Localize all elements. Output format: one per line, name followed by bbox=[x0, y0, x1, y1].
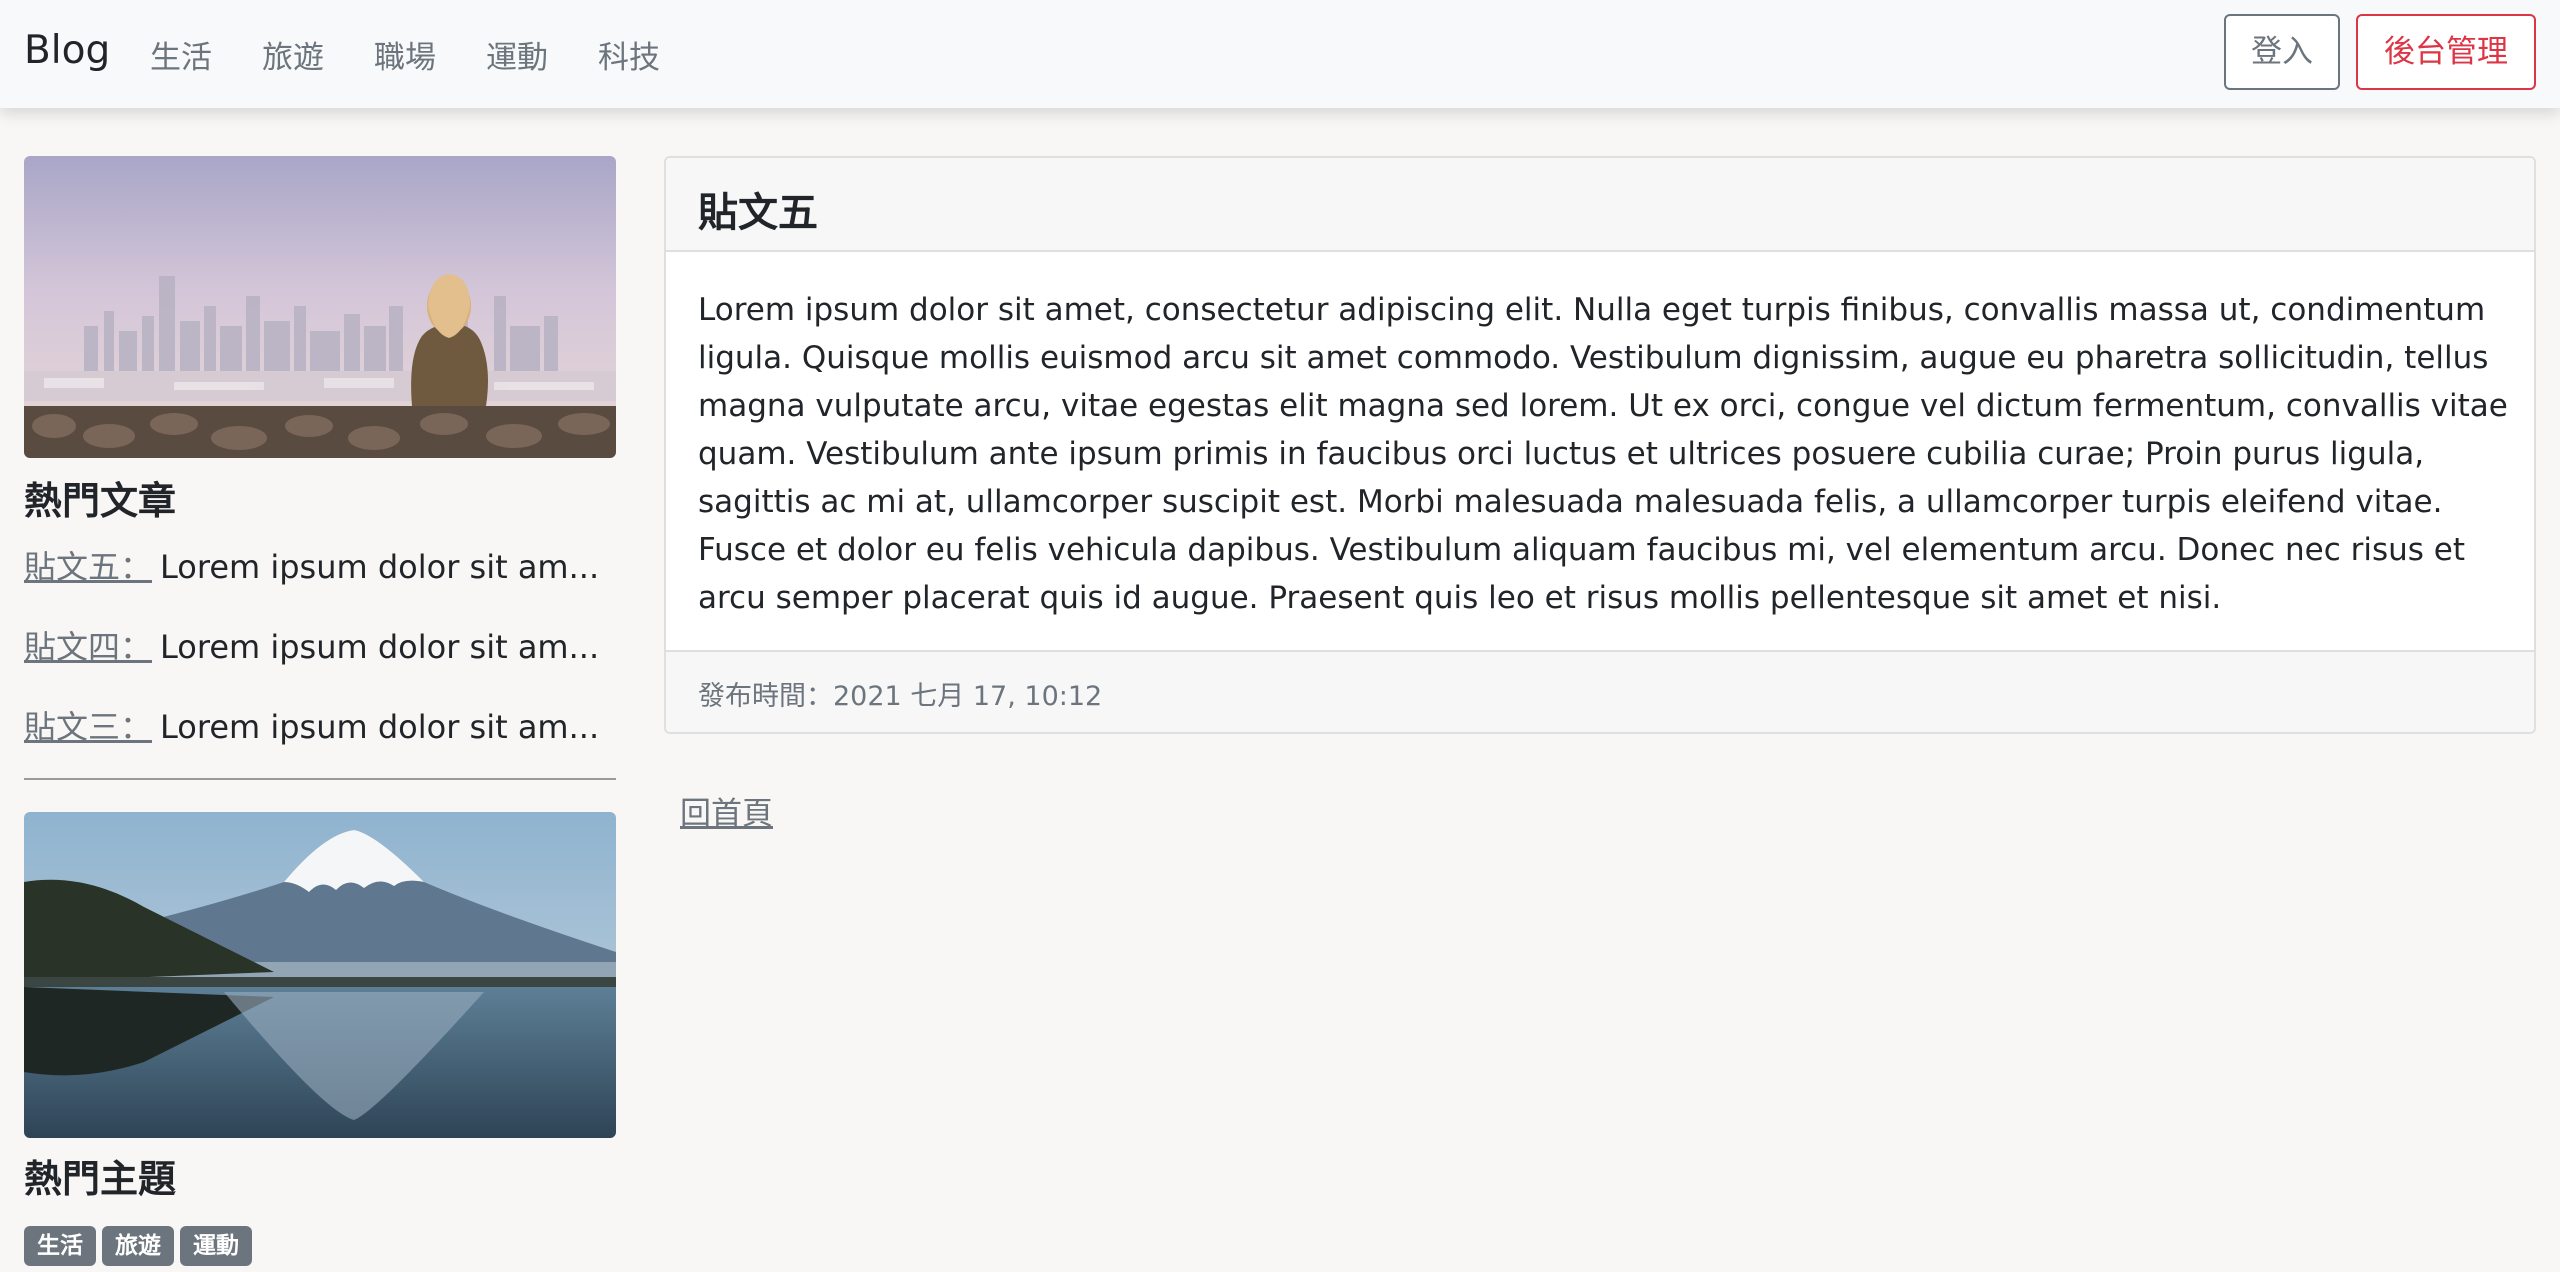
post-title: 貼文五 bbox=[698, 190, 818, 236]
post-published-time: 發布時間：2021 七月 17, 10:12 bbox=[698, 681, 1103, 712]
topic-tags: 生活 旅遊 運動 bbox=[24, 1226, 258, 1266]
tag-badge[interactable]: 旅遊 bbox=[102, 1226, 174, 1266]
nav-item-life[interactable]: 生活 bbox=[150, 32, 212, 77]
popular-post-link[interactable]: 貼文四： bbox=[24, 628, 152, 666]
tag-badge[interactable]: 生活 bbox=[24, 1226, 96, 1266]
sidebar-divider bbox=[24, 778, 616, 780]
popular-post-item: 貼文五： Lorem ipsum dolor sit am... bbox=[24, 542, 599, 588]
popular-post-link[interactable]: 貼文五： bbox=[24, 548, 152, 586]
popular-post-item: 貼文三： Lorem ipsum dolor sit am... bbox=[24, 702, 599, 748]
post-card-footer: 發布時間：2021 七月 17, 10:12 bbox=[666, 650, 2534, 732]
popular-topics-heading: 熱門主題 bbox=[24, 1157, 177, 1201]
nav-item-travel[interactable]: 旅遊 bbox=[262, 32, 324, 77]
popular-post-excerpt: Lorem ipsum dolor sit am... bbox=[160, 548, 600, 586]
popular-post-link[interactable]: 貼文三： bbox=[24, 708, 152, 746]
popular-topics-image bbox=[24, 812, 616, 1138]
nav-item-tech[interactable]: 科技 bbox=[598, 32, 660, 77]
top-navbar: Blog 生活 旅遊 職場 運動 科技 登入 後台管理 bbox=[0, 0, 2560, 108]
post-card-header: 貼文五 bbox=[666, 158, 2534, 252]
back-to-home-link[interactable]: 回首頁 bbox=[680, 788, 773, 833]
admin-button[interactable]: 後台管理 bbox=[2356, 14, 2536, 90]
login-button[interactable]: 登入 bbox=[2224, 14, 2340, 90]
popular-post-excerpt: Lorem ipsum dolor sit am... bbox=[160, 628, 600, 666]
popular-post-item: 貼文四： Lorem ipsum dolor sit am... bbox=[24, 622, 599, 668]
popular-post-excerpt: Lorem ipsum dolor sit am... bbox=[160, 708, 600, 746]
popular-posts-heading: 熱門文章 bbox=[24, 479, 177, 523]
nav-item-sports[interactable]: 運動 bbox=[486, 32, 548, 77]
popular-posts-image bbox=[24, 156, 616, 458]
post-body: Lorem ipsum dolor sit amet, consectetur … bbox=[698, 292, 2508, 616]
post-card: 貼文五 Lorem ipsum dolor sit amet, consecte… bbox=[664, 156, 2536, 734]
nav-item-career[interactable]: 職場 bbox=[374, 32, 436, 77]
brand-link[interactable]: Blog bbox=[24, 28, 110, 73]
tag-badge[interactable]: 運動 bbox=[180, 1226, 252, 1266]
